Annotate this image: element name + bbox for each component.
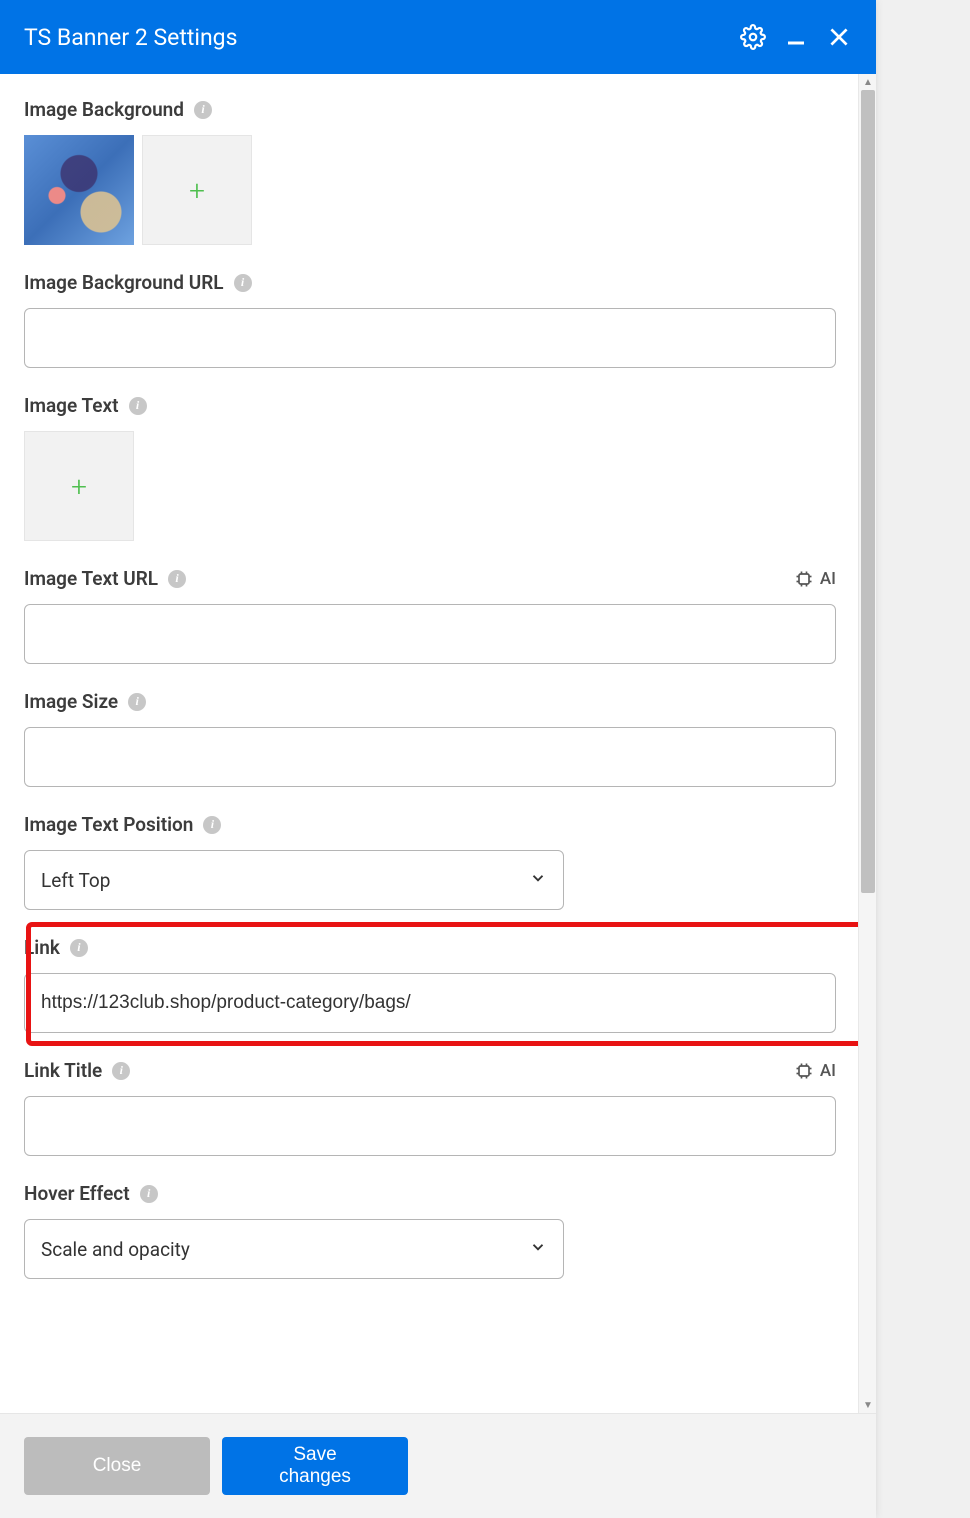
ai-badge[interactable]: AI [794, 569, 836, 589]
chevron-down-icon [529, 869, 547, 892]
info-icon[interactable]: i [70, 939, 88, 957]
label-hover-effect: Hover Effect [24, 1182, 130, 1205]
label-image-background: Image Background [24, 98, 184, 121]
add-image-text-button[interactable]: + [24, 431, 134, 541]
modal-title: TS Banner 2 Settings [24, 24, 237, 51]
plus-icon: + [71, 470, 87, 503]
ai-label: AI [820, 569, 836, 589]
info-icon[interactable]: i [203, 816, 221, 834]
field-image-text-url: Image Text URL i AI [24, 567, 836, 664]
info-icon[interactable]: i [128, 693, 146, 711]
field-image-size: Image Size i [24, 690, 836, 787]
field-link: Link i [24, 936, 836, 1033]
info-icon[interactable]: i [112, 1062, 130, 1080]
close-button[interactable]: Close [24, 1437, 210, 1495]
label-image-text-url: Image Text URL [24, 567, 158, 590]
label-image-text: Image Text [24, 394, 119, 417]
minimize-icon[interactable] [784, 25, 808, 49]
hover-effect-select[interactable]: Scale and opacity [24, 1219, 564, 1279]
field-image-background-url: Image Background URL i [24, 271, 836, 368]
field-image-background: Image Background i + [24, 98, 836, 245]
scroll-down-icon[interactable]: ▼ [859, 1397, 877, 1413]
plus-icon: + [189, 174, 205, 207]
gear-icon[interactable] [740, 24, 766, 50]
info-icon[interactable]: i [168, 570, 186, 588]
label-image-text-position: Image Text Position [24, 813, 193, 836]
label-link-title: Link Title [24, 1059, 102, 1082]
link-title-input[interactable] [24, 1096, 836, 1156]
scrollbar[interactable]: ▲ ▼ [858, 74, 876, 1413]
image-background-url-input[interactable] [24, 308, 836, 368]
image-size-input[interactable] [24, 727, 836, 787]
chevron-down-icon [529, 1238, 547, 1261]
field-hover-effect: Hover Effect i Scale and opacity [24, 1182, 836, 1279]
label-image-background-url: Image Background URL [24, 271, 224, 294]
hover-effect-value: Scale and opacity [41, 1238, 190, 1261]
info-icon[interactable]: i [140, 1185, 158, 1203]
field-link-title: Link Title i AI [24, 1059, 836, 1156]
image-text-position-value: Left Top [41, 869, 110, 892]
info-icon[interactable]: i [194, 101, 212, 119]
ai-badge[interactable]: AI [794, 1061, 836, 1081]
modal-content: Image Background i + Image Background UR… [0, 74, 876, 1413]
label-link: Link [24, 936, 60, 959]
info-icon[interactable]: i [129, 397, 147, 415]
add-image-background-button[interactable]: + [142, 135, 252, 245]
label-image-size: Image Size [24, 690, 118, 713]
ai-label: AI [820, 1061, 836, 1081]
image-text-position-select[interactable]: Left Top [24, 850, 564, 910]
image-text-url-input[interactable] [24, 604, 836, 664]
field-image-text: Image Text i + [24, 394, 836, 541]
titlebar: TS Banner 2 Settings [0, 0, 876, 74]
close-icon[interactable] [826, 24, 852, 50]
info-icon[interactable]: i [234, 274, 252, 292]
link-input[interactable] [24, 973, 836, 1033]
field-image-text-position: Image Text Position i Left Top [24, 813, 836, 910]
scroll-up-icon[interactable]: ▲ [859, 74, 877, 90]
settings-modal: TS Banner 2 Settings Image Background i [0, 0, 876, 1518]
modal-footer: Close Save changes [0, 1413, 876, 1518]
image-background-thumbnail[interactable] [24, 135, 134, 245]
save-changes-button[interactable]: Save changes [222, 1437, 408, 1495]
titlebar-actions [740, 24, 852, 50]
scrollbar-thumb[interactable] [861, 90, 875, 893]
